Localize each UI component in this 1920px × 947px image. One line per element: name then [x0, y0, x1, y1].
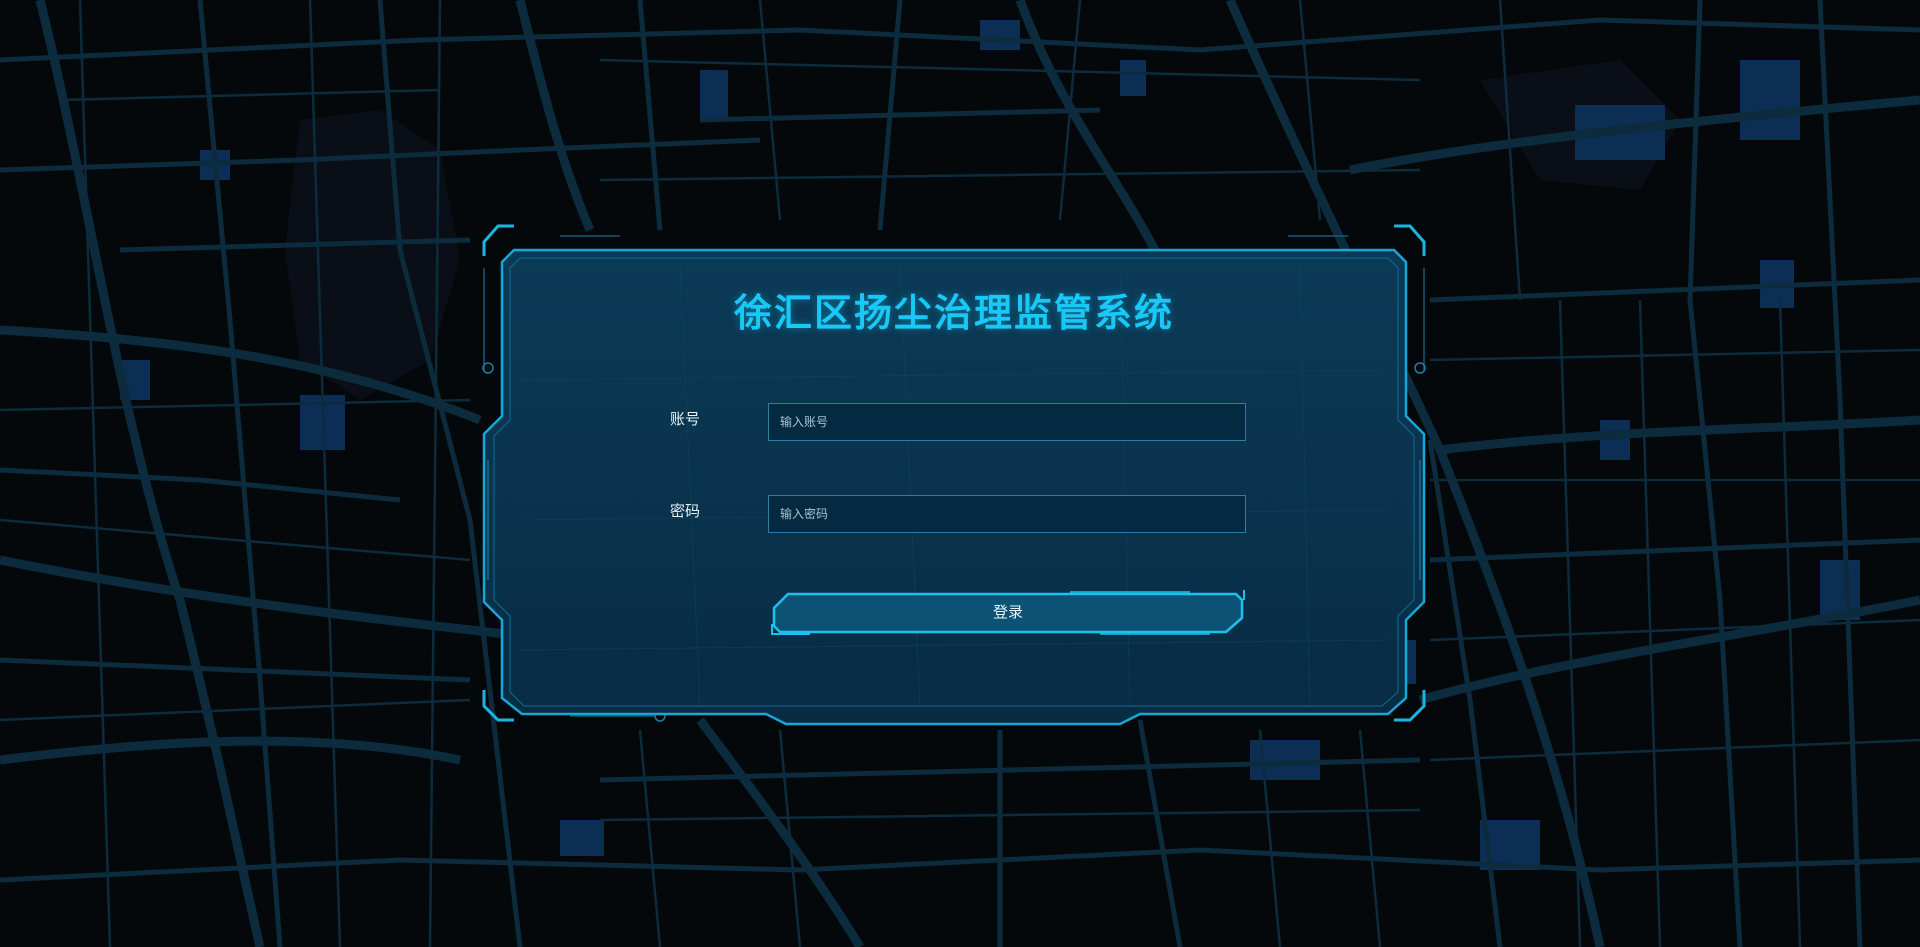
account-label: 账号: [670, 410, 701, 428]
password-label: 密码: [670, 502, 701, 520]
login-button-label: 登录: [992, 603, 1023, 621]
page-title: 徐汇区扬尘治理监管系统: [733, 291, 1174, 335]
login-panel: 徐汇区扬尘治理监管系统 账号 密码 登录: [480, 220, 1428, 730]
account-input[interactable]: [768, 403, 1246, 441]
password-input[interactable]: [768, 495, 1246, 533]
login-button[interactable]: 登录: [770, 588, 1246, 636]
